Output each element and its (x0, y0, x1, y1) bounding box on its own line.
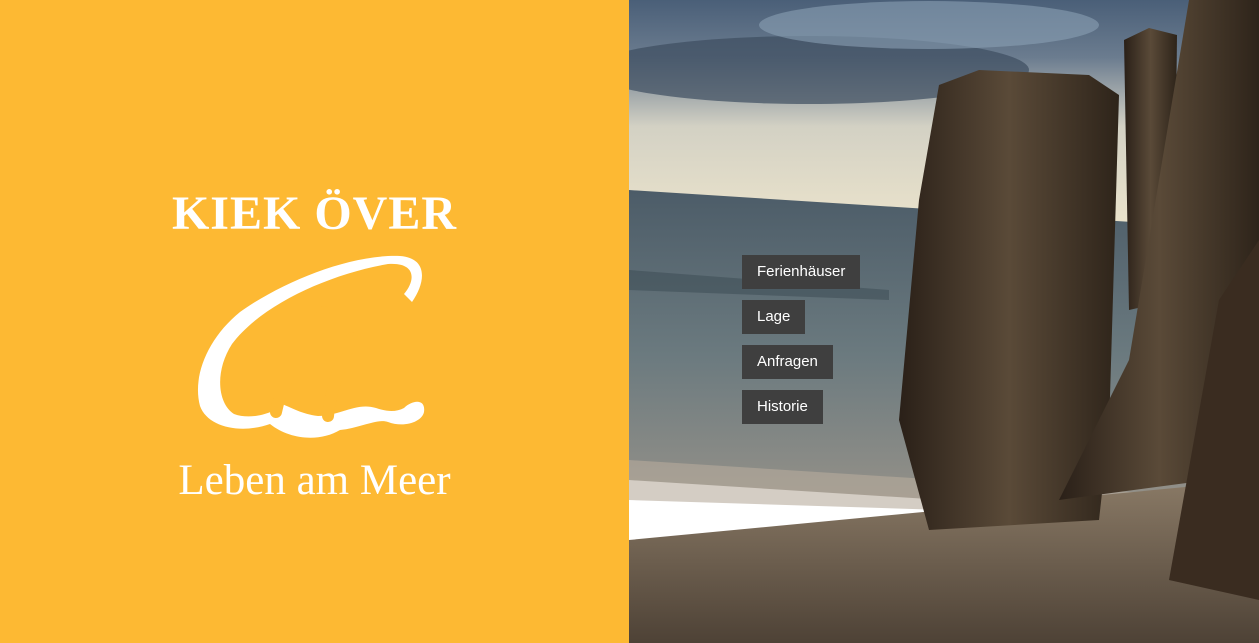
beach-groyne-photo (629, 0, 1259, 643)
brand-title: KIEK ÖVER (171, 187, 458, 240)
brand-panel: KIEK ÖVER Leben am Meer (0, 0, 629, 643)
hero-photo-panel (629, 0, 1259, 643)
nav-item-lage[interactable]: Lage (742, 300, 806, 334)
nav-item-anfragen[interactable]: Anfragen (742, 345, 833, 379)
wave-logo-icon (197, 255, 425, 438)
nav-item-historie[interactable]: Historie (742, 390, 823, 424)
nav-item-ferienhaeuser[interactable]: Ferienhäuser (742, 255, 861, 289)
main-nav: Ferienhäuser Lage Anfragen Historie (742, 255, 861, 435)
brand-tagline: Leben am Meer (178, 457, 451, 504)
